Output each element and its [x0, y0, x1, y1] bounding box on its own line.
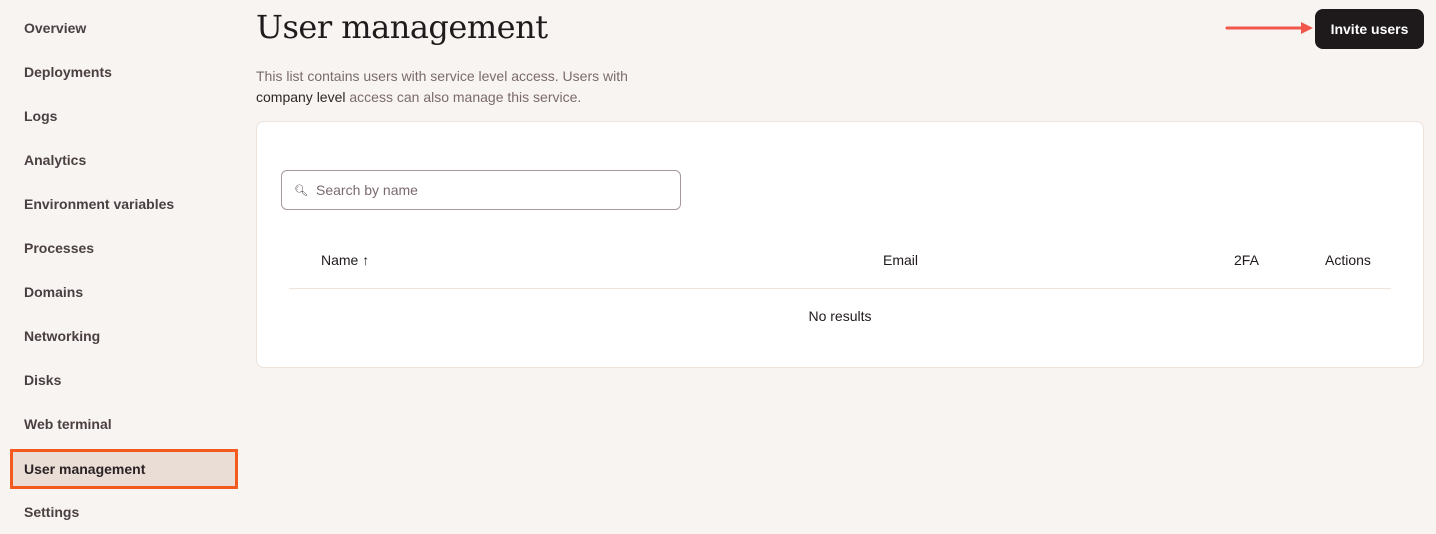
empty-state-text: No results — [808, 308, 872, 324]
sidebar-item-networking[interactable]: Networking — [10, 316, 238, 356]
search-input[interactable] — [316, 182, 680, 198]
column-header-email: Email — [883, 252, 919, 268]
search-field[interactable]: 🔍︎ — [281, 170, 681, 210]
page-description: This list contains users with service le… — [256, 66, 656, 108]
description-text-end: access can also manage this service. — [345, 89, 582, 105]
invite-users-button[interactable]: Invite users — [1315, 9, 1424, 49]
annotation-arrow-icon — [1225, 22, 1313, 34]
sidebar-nav: Overview Deployments Logs Analytics Envi… — [0, 0, 250, 534]
sidebar-item-deployments[interactable]: Deployments — [10, 52, 238, 92]
sidebar-item-settings[interactable]: Settings — [10, 492, 238, 532]
column-header-name[interactable]: Name ↑ — [321, 252, 369, 268]
sidebar-item-processes[interactable]: Processes — [10, 228, 238, 268]
sidebar-item-overview[interactable]: Overview — [10, 8, 238, 48]
column-header-2fa: 2FA — [1234, 252, 1259, 268]
sidebar-item-disks[interactable]: Disks — [10, 360, 238, 400]
sidebar-item-user-management[interactable]: User management — [10, 449, 238, 489]
description-emphasis: company level — [256, 89, 346, 105]
description-text: This list contains users with service le… — [256, 68, 628, 84]
sidebar-item-logs[interactable]: Logs — [10, 96, 238, 136]
search-icon: 🔍︎ — [294, 184, 308, 197]
page-title: User management — [256, 8, 548, 46]
sidebar-item-environment-variables[interactable]: Environment variables — [10, 184, 238, 224]
sidebar-item-web-terminal[interactable]: Web terminal — [10, 404, 238, 444]
column-header-actions: Actions — [1325, 252, 1371, 268]
sidebar-item-analytics[interactable]: Analytics — [10, 140, 238, 180]
sidebar-item-domains[interactable]: Domains — [10, 272, 238, 312]
users-table-card: 🔍︎ Name ↑ Email 2FA Actions No results — [256, 121, 1424, 368]
table-header-divider — [289, 288, 1391, 289]
